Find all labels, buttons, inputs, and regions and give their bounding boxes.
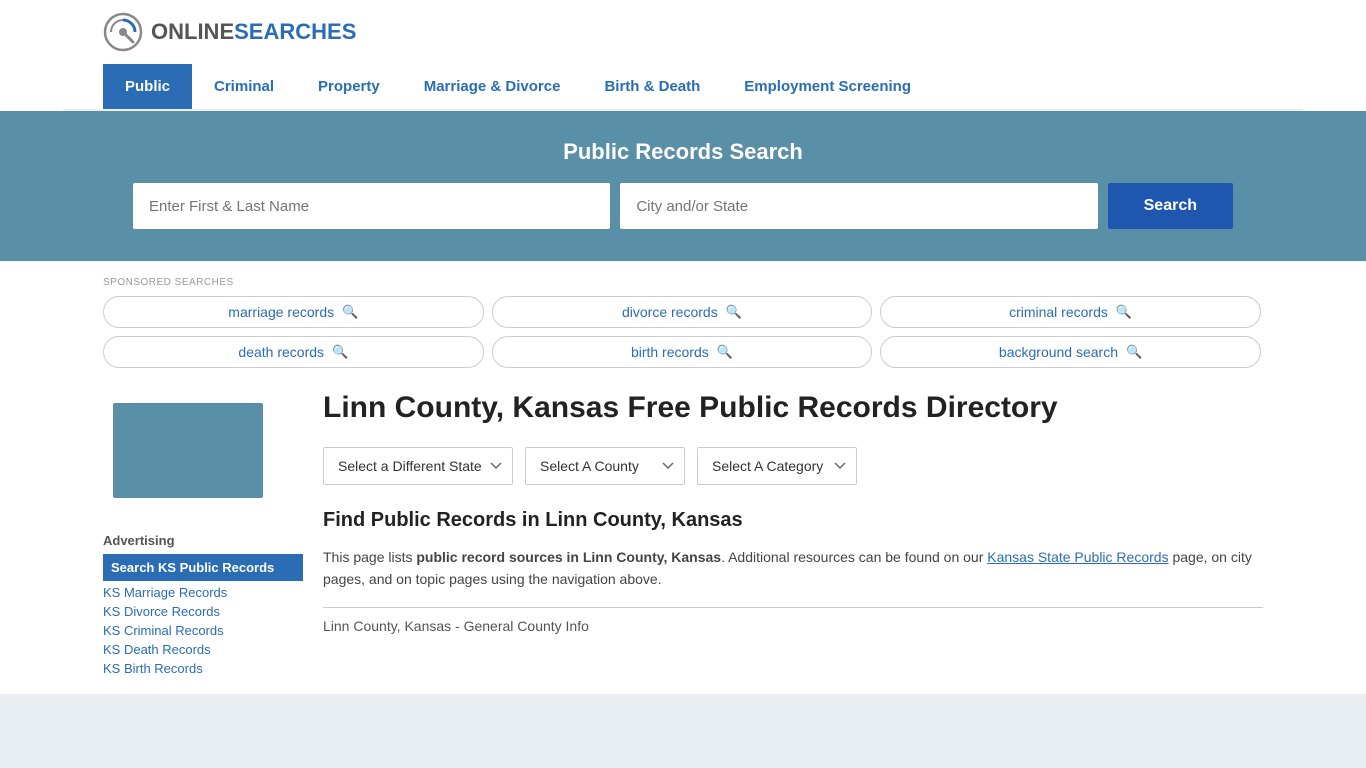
site-logo[interactable]: ONLINESEARCHES [103, 12, 356, 52]
logo-icon [103, 12, 143, 52]
state-map-container [103, 388, 303, 521]
search-icon-0: 🔍 [342, 304, 358, 320]
tag-death-records[interactable]: death records 🔍 [103, 336, 484, 368]
location-input[interactable] [620, 183, 1097, 229]
tag-birth-records[interactable]: birth records 🔍 [492, 336, 873, 368]
category-dropdown[interactable]: Select A Category [697, 447, 857, 485]
search-icon-5: 🔍 [1126, 344, 1142, 360]
ad-link-birth[interactable]: KS Birth Records [103, 659, 303, 678]
ad-highlight[interactable]: Search KS Public Records [103, 554, 303, 581]
hero-title: Public Records Search [103, 139, 1263, 165]
sidebar: Advertising Search KS Public Records KS … [103, 388, 303, 678]
sponsored-tags: marriage records 🔍 divorce records 🔍 cri… [103, 296, 1263, 368]
ad-link-divorce[interactable]: KS Divorce Records [103, 602, 303, 621]
find-title: Find Public Records in Linn County, Kans… [323, 509, 1263, 532]
ad-link-marriage[interactable]: KS Marriage Records [103, 583, 303, 602]
find-description: This page lists public record sources in… [323, 546, 1263, 591]
nav-public[interactable]: Public [103, 64, 192, 109]
ad-link-criminal[interactable]: KS Criminal Records [103, 621, 303, 640]
nav-criminal[interactable]: Criminal [192, 64, 296, 109]
content-area: Advertising Search KS Public Records KS … [103, 388, 1263, 678]
search-icon-4: 🔍 [717, 344, 733, 360]
state-dropdown[interactable]: Select a Different State [323, 447, 513, 485]
tag-marriage-records[interactable]: marriage records 🔍 [103, 296, 484, 328]
name-input[interactable] [133, 183, 610, 229]
sponsored-section: SPONSORED SEARCHES marriage records 🔍 di… [103, 277, 1263, 368]
nav-marriage-divorce[interactable]: Marriage & Divorce [402, 64, 583, 109]
search-button[interactable]: Search [1108, 183, 1233, 229]
ad-link-death[interactable]: KS Death Records [103, 640, 303, 659]
ks-public-records-link[interactable]: Kansas State Public Records [987, 549, 1168, 565]
nav-birth-death[interactable]: Birth & Death [582, 64, 722, 109]
search-icon-1: 🔍 [726, 304, 742, 320]
sponsored-label: SPONSORED SEARCHES [103, 277, 1263, 288]
county-dropdown[interactable]: Select A County [525, 447, 685, 485]
page-title: Linn County, Kansas Free Public Records … [323, 388, 1263, 427]
nav-property[interactable]: Property [296, 64, 402, 109]
tag-background-search[interactable]: background search 🔍 [880, 336, 1261, 368]
search-icon-3: 🔍 [332, 344, 348, 360]
logo-text: ONLINESEARCHES [151, 19, 356, 45]
main-content: Linn County, Kansas Free Public Records … [323, 388, 1263, 678]
advertising-label: Advertising [103, 533, 303, 548]
tag-divorce-records[interactable]: divorce records 🔍 [492, 296, 873, 328]
dropdowns-row: Select a Different State Select A County… [323, 447, 1263, 485]
kansas-map [103, 388, 273, 518]
general-info: Linn County, Kansas - General County Inf… [323, 608, 1263, 634]
tag-criminal-records[interactable]: criminal records 🔍 [880, 296, 1261, 328]
search-bar: Search [133, 183, 1233, 229]
search-icon-2: 🔍 [1116, 304, 1132, 320]
nav-employment[interactable]: Employment Screening [722, 64, 933, 109]
